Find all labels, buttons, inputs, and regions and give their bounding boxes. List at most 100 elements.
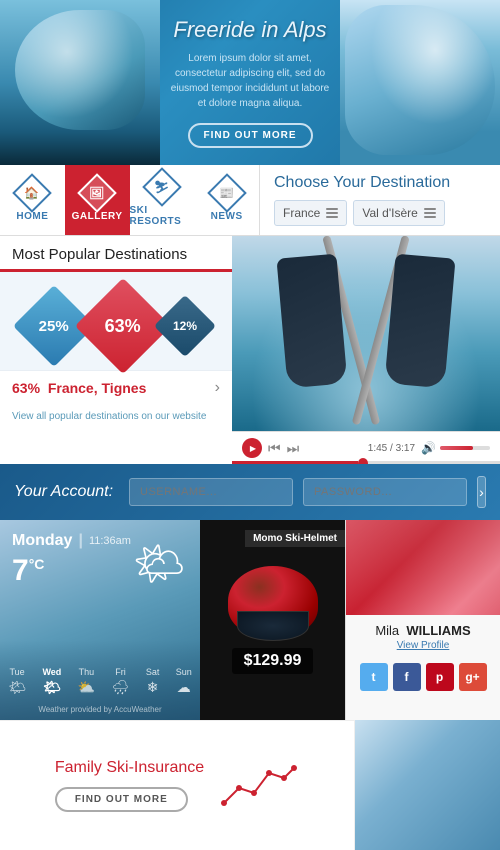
- diamonds-row: 25% 63% 12%: [0, 272, 232, 370]
- weather-thu-icon: ⛅: [78, 679, 95, 696]
- insurance-chart: [219, 758, 299, 813]
- family-ski-photo: [355, 720, 500, 850]
- weather-sat-icon: ❄: [147, 679, 159, 696]
- weather-day-label: Monday: [12, 532, 72, 550]
- country-select[interactable]: France: [274, 200, 347, 226]
- hero-left-image: [0, 0, 160, 165]
- fast-forward-button[interactable]: ⏭: [287, 440, 300, 457]
- destination-section: Choose Your Destination France Val d'Isè…: [260, 165, 500, 235]
- twitter-button[interactable]: t: [360, 663, 388, 691]
- profile-info: Mila WILLIAMS View Profile: [346, 615, 500, 657]
- weather-day-thu-label: Thu: [79, 667, 95, 677]
- progress-bar[interactable]: [232, 461, 500, 464]
- helmet-image: [228, 566, 318, 636]
- popular-stat-text: 63% France, Tignes: [12, 380, 146, 396]
- profile-photo: [346, 520, 500, 615]
- profile-last-name: WILLIAMS: [406, 623, 470, 638]
- insurance-title: Family Ski-Insurance: [55, 759, 204, 777]
- insurance-text-group: Family Ski-Insurance FIND OUT MORE: [55, 759, 204, 812]
- gallery-icon: 🖼: [89, 185, 105, 199]
- nav-tab-ski-resorts-label: SKI RESORTS: [130, 205, 195, 227]
- account-row: Your Account: ›: [0, 464, 500, 520]
- weather-day-fri: Fri 🌧: [112, 667, 130, 698]
- volume-icon: 🔊: [421, 441, 436, 455]
- hero-title: Freeride in Alps: [170, 17, 330, 43]
- right-column: ⏮ ⏭ 1:45 / 3:17 🔊: [232, 236, 500, 464]
- last-row: Family Ski-Insurance FIND OUT MORE: [0, 720, 500, 850]
- popular-all-link[interactable]: View all popular destinations on our web…: [0, 405, 232, 432]
- popular-stat-location: France, Tignes: [48, 380, 147, 396]
- popular-destinations-header: Most Popular Destinations: [0, 236, 232, 272]
- profile-view-link[interactable]: View Profile: [356, 640, 490, 651]
- weather-day-sun: Sun ☁: [176, 667, 192, 698]
- play-button[interactable]: [242, 438, 262, 458]
- hero-content: Freeride in Alps Lorem ipsum dolor sit a…: [150, 7, 350, 158]
- destination-title: Choose Your Destination: [274, 174, 486, 192]
- helmet-name: Momo Ski-Helmet: [245, 530, 345, 547]
- weather-icon: 🌤: [133, 540, 186, 589]
- helmet-visor: [237, 611, 309, 641]
- popular-stat-chevron: ›: [215, 379, 220, 397]
- popular-stat-row[interactable]: 63% France, Tignes ›: [0, 370, 232, 405]
- main-content-row: Most Popular Destinations 25% 63% 12% 6: [0, 236, 500, 464]
- nav-tab-ski-resorts[interactable]: ⛷ SKI RESORTS: [130, 165, 195, 235]
- insurance-widget: Family Ski-Insurance FIND OUT MORE: [0, 720, 355, 850]
- weather-widget: Monday | 11:36am 7°C 🌤 Tue 🌤 Wed 🌤 Thu ⛅…: [0, 520, 200, 720]
- country-value: France: [283, 206, 320, 220]
- weather-day-wed: Wed 🌤: [42, 667, 61, 698]
- resort-select[interactable]: Val d'Isère: [353, 200, 444, 226]
- home-icon: 🏠: [25, 185, 40, 199]
- diamond-12-label: 12%: [173, 319, 197, 333]
- account-go-button[interactable]: ›: [477, 476, 486, 508]
- weather-fri-icon: 🌧: [112, 679, 130, 696]
- profile-name: Mila WILLIAMS: [356, 623, 490, 638]
- progress-fill: [232, 461, 358, 464]
- video-controls: ⏮ ⏭ 1:45 / 3:17 🔊: [232, 431, 500, 464]
- left-column: Most Popular Destinations 25% 63% 12% 6: [0, 236, 232, 464]
- popular-destinations-title: Most Popular Destinations: [12, 246, 220, 263]
- ski-resorts-icon: ⛷: [154, 180, 170, 194]
- helmet-price[interactable]: $129.99: [232, 648, 314, 674]
- nav-tab-news[interactable]: 📰 NEWS: [194, 165, 259, 235]
- ski-boot-right: [384, 254, 455, 389]
- video-time: 1:45 / 3:17: [368, 443, 415, 454]
- ski-boot-left: [276, 254, 347, 389]
- profile-widget: Mila WILLIAMS View Profile t f p g+: [345, 520, 500, 720]
- volume-control[interactable]: 🔊: [421, 441, 490, 455]
- nav-tab-home[interactable]: 🏠 HOME: [0, 165, 65, 235]
- weather-credit: Weather provided by AccuWeather: [0, 705, 200, 714]
- hero-description: Lorem ipsum dolor sit amet, consectetur …: [170, 51, 330, 111]
- volume-bar[interactable]: [440, 446, 490, 450]
- weather-wed-icon: 🌤: [43, 679, 61, 696]
- google-button[interactable]: g+: [459, 663, 487, 691]
- hero-find-out-more-button[interactable]: FIND OUT MORE: [188, 123, 313, 148]
- resort-select-icon: [424, 208, 436, 218]
- volume-fill: [440, 446, 473, 450]
- nav-tab-gallery[interactable]: 🖼 GALLERY: [65, 165, 130, 235]
- resort-value: Val d'Isère: [362, 206, 417, 220]
- insurance-row: Family Ski-Insurance FIND OUT MORE: [55, 758, 299, 813]
- weather-day-tue-label: Tue: [10, 667, 25, 677]
- rewind-button[interactable]: ⏮: [268, 440, 281, 457]
- insurance-find-out-more-button[interactable]: FIND OUT MORE: [55, 787, 188, 812]
- account-label: Your Account:: [14, 483, 119, 501]
- diamond-25-label: 25%: [39, 318, 69, 335]
- hero-section: Freeride in Alps Lorem ipsum dolor sit a…: [0, 0, 500, 165]
- ski-video-area: [232, 236, 500, 431]
- progress-dot: [358, 458, 368, 464]
- pinterest-button[interactable]: p: [426, 663, 454, 691]
- weather-tue-icon: 🌤: [8, 679, 26, 696]
- diamond-item-12: 12%: [163, 304, 207, 348]
- helmet-product-widget: Momo Ski-Helmet $129.99: [200, 520, 345, 720]
- weather-sun-icon: ☁: [177, 679, 191, 696]
- username-input[interactable]: [129, 478, 293, 506]
- weather-day-fri-label: Fri: [115, 667, 126, 677]
- diamond-item-25: 25%: [25, 297, 83, 355]
- facebook-button[interactable]: f: [393, 663, 421, 691]
- password-input[interactable]: [303, 478, 467, 506]
- diamond-63-label: 63%: [105, 316, 141, 337]
- hero-right-image: [340, 0, 500, 165]
- weather-forecast-days: Tue 🌤 Wed 🌤 Thu ⛅ Fri 🌧 Sat ❄ Sun ☁: [0, 667, 200, 698]
- nav-destination-row: 🏠 HOME 🖼 GALLERY ⛷ SKI RESORTS 📰 NEWS Ch…: [0, 165, 500, 236]
- news-icon: 📰: [219, 185, 234, 199]
